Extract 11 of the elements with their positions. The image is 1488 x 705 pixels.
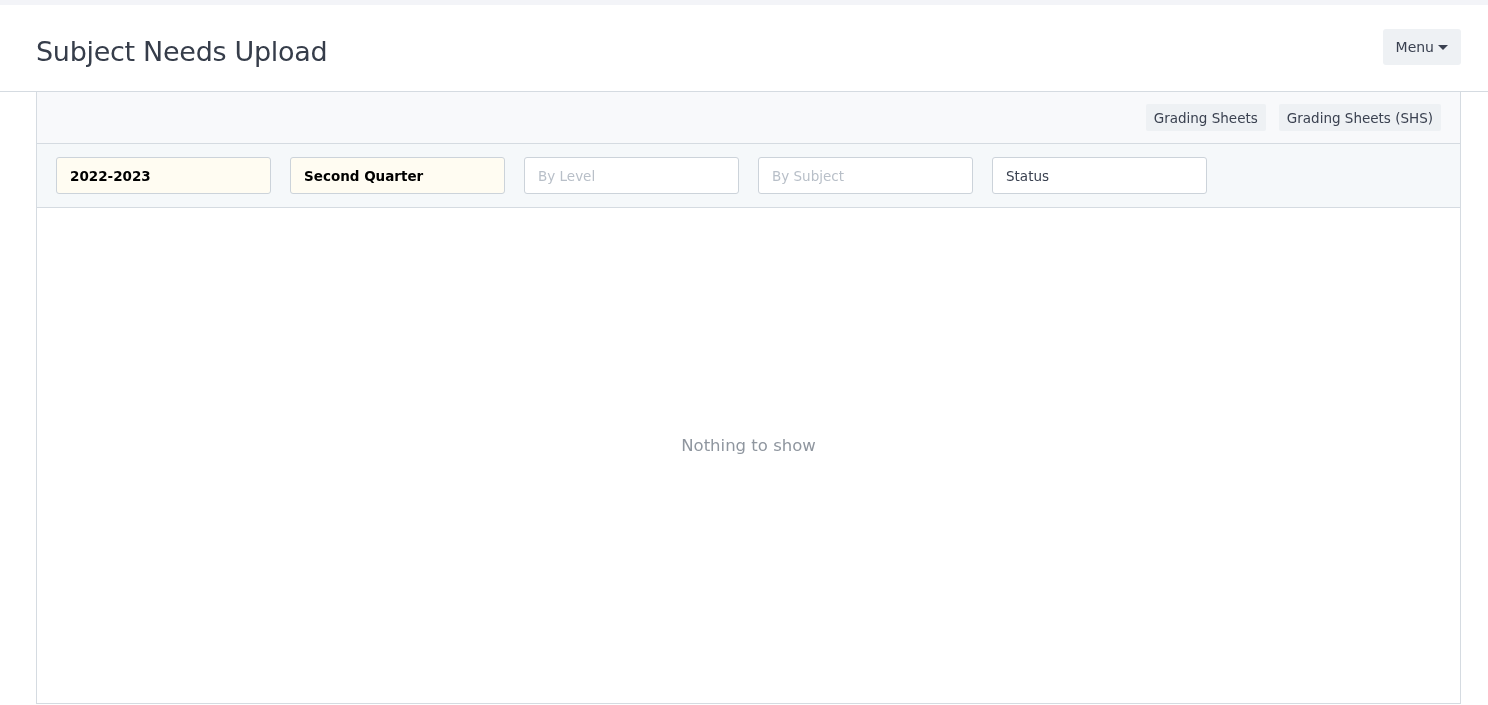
page-title: Subject Needs Upload [36,35,328,67]
menu-button[interactable]: Menu [1382,29,1461,65]
filter-field[interactable]: 2022-2023 [56,157,271,194]
filter-field[interactable]: By Subject [758,157,973,194]
grading-sheets-button[interactable]: Grading Sheets (SHS) [1278,104,1441,131]
caret-icon [1438,44,1448,50]
filter-field[interactable]: Second Quarter [290,157,505,194]
filter-field[interactable]: By Level [524,157,739,194]
grading-sheets-button[interactable]: Grading Sheets [1145,104,1266,131]
empty-message: Nothing to show [681,436,816,455]
filter-field[interactable]: Status [992,157,1207,194]
